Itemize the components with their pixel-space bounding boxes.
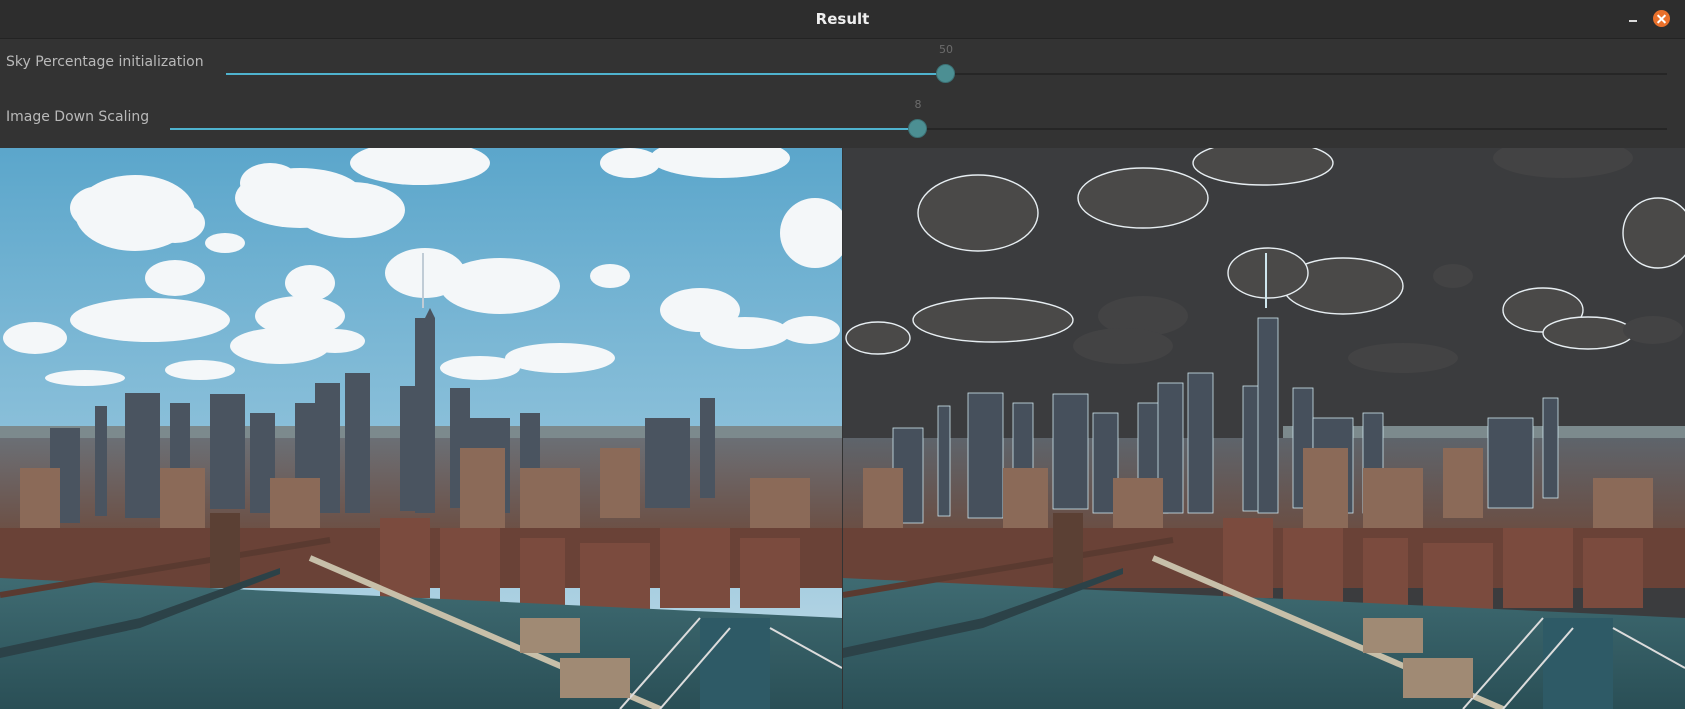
title-bar[interactable]: Result [0, 0, 1685, 39]
trackbar-sky-percentage: Sky Percentage initialization 50 [0, 39, 1685, 94]
trackbar-value: 8 [914, 98, 922, 111]
segmented-image [843, 148, 1685, 709]
trackbar-fill [226, 73, 946, 75]
trackbar-fill [170, 128, 918, 130]
trackbar-label: Sky Percentage initialization [6, 54, 204, 70]
trackbar-panel: Sky Percentage initialization 50 Image D… [0, 39, 1685, 148]
trackbar-knob[interactable] [908, 119, 927, 138]
trackbar-label: Image Down Scaling [6, 109, 150, 125]
image-display [0, 148, 1685, 709]
minimize-icon[interactable] [1624, 8, 1642, 28]
trackbar-knob[interactable] [936, 64, 955, 83]
original-image [0, 148, 842, 709]
result-window: Result Sky Percentage initialization 50 … [0, 0, 1685, 709]
close-icon[interactable] [1653, 10, 1670, 27]
original-city-photo [0, 148, 842, 709]
trackbar-image-down-scaling: Image Down Scaling 8 [0, 94, 1685, 149]
window-title: Result [815, 10, 870, 28]
segmented-city-photo [843, 148, 1685, 709]
trackbar-value: 50 [939, 43, 953, 56]
